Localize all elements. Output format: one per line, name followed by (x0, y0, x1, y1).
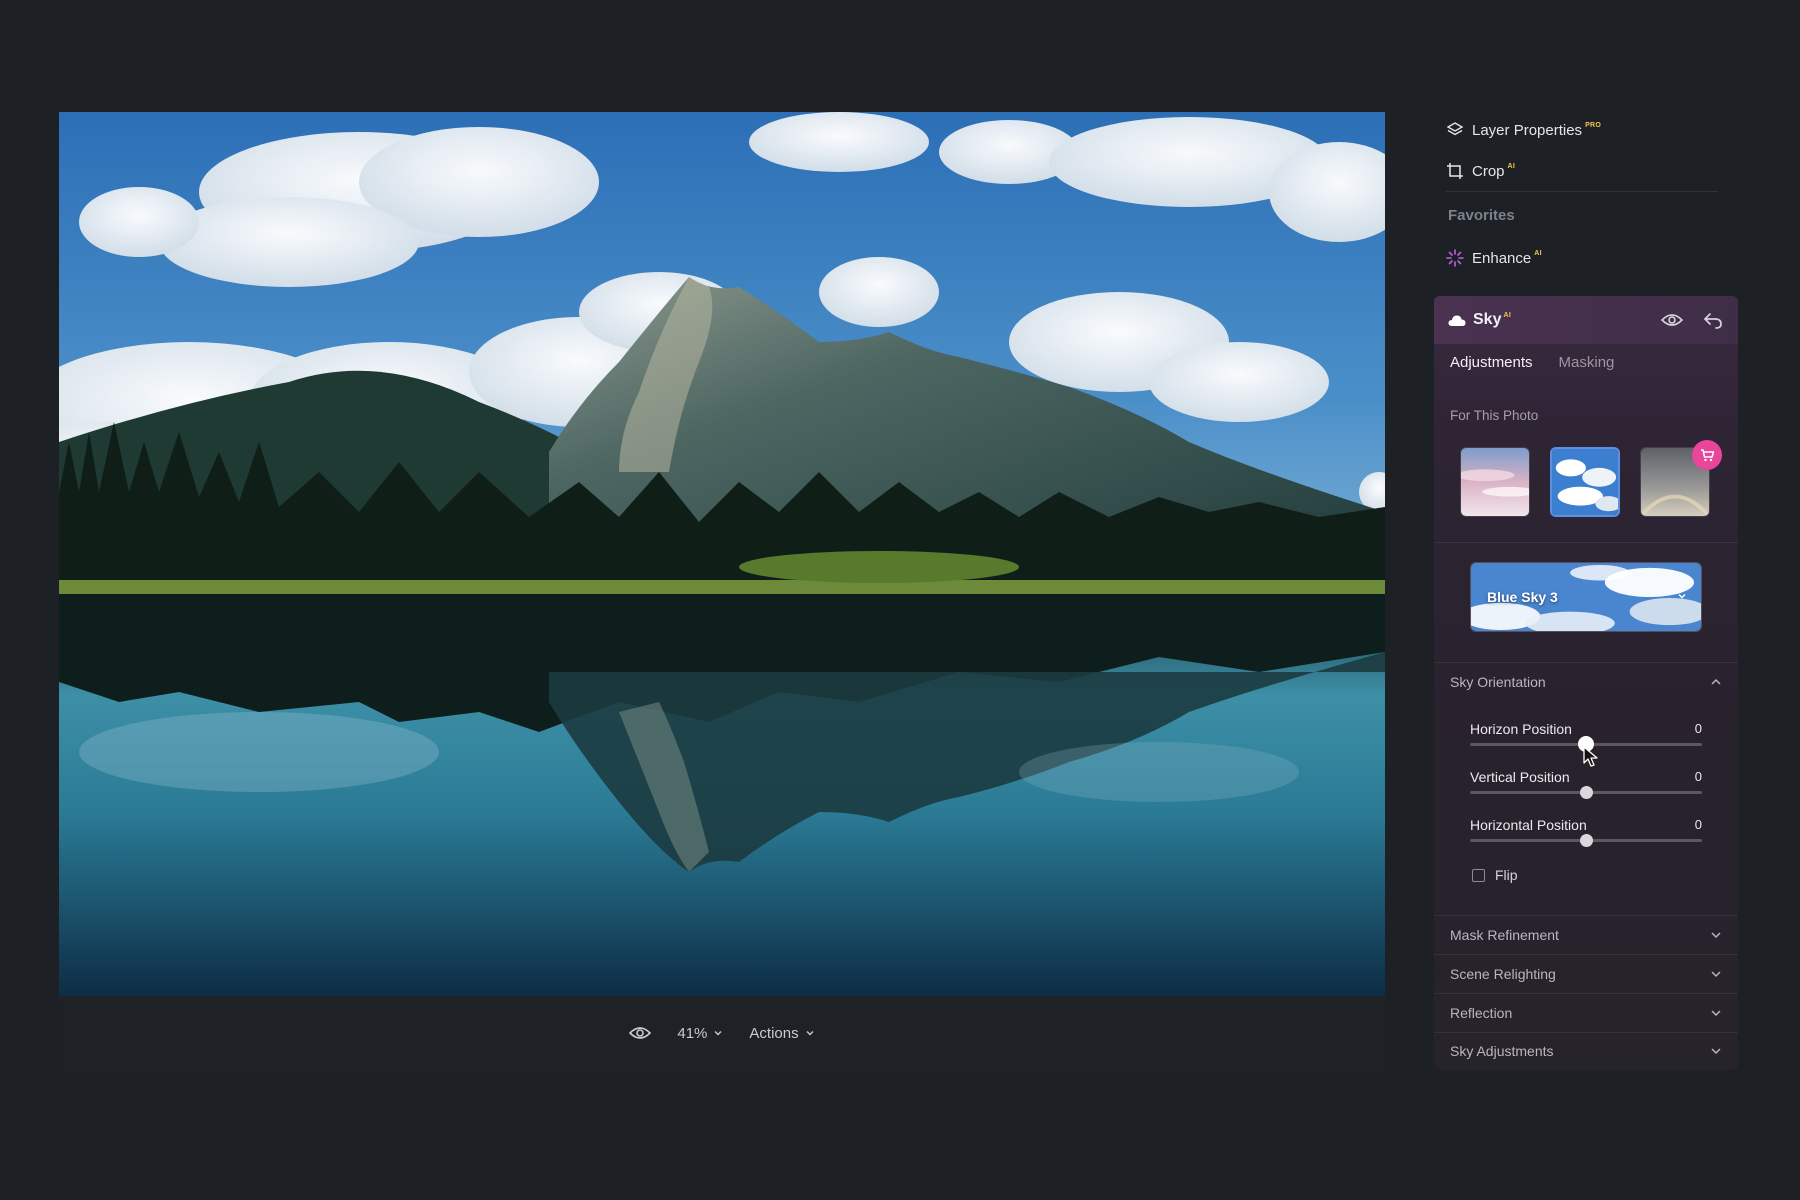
selected-sky-name: Blue Sky 3 (1487, 589, 1558, 605)
slider-thumb[interactable] (1578, 736, 1594, 752)
layer-properties-label: Layer Properties (1472, 121, 1583, 139)
sky-selector[interactable]: Blue Sky 3 (1470, 562, 1702, 632)
scene-relighting-section-header[interactable]: Scene Relighting (1434, 955, 1738, 993)
sky-title: Sky AI (1448, 311, 1511, 329)
chevron-up-icon (1711, 678, 1721, 685)
sky-thumbnail-pastel[interactable] (1460, 447, 1530, 517)
divider (1446, 191, 1718, 192)
sky-thumbnail-blue[interactable] (1550, 447, 1620, 517)
zoom-value: 41% (677, 1024, 708, 1042)
sky-panel-header[interactable]: Sky AI (1434, 296, 1738, 344)
zoom-dropdown[interactable]: 41% (677, 1025, 723, 1042)
sky-orientation-section-header[interactable]: Sky Orientation (1434, 663, 1738, 701)
flip-label: Flip (1495, 867, 1518, 883)
cloud-icon (1448, 315, 1466, 326)
section-label: Scene Relighting (1450, 966, 1556, 982)
enhance-label: Enhance (1472, 249, 1532, 267)
slider-label: Horizontal Position (1470, 817, 1587, 833)
chevron-down-icon (1711, 1048, 1721, 1055)
shop-cart-button[interactable] (1692, 440, 1722, 470)
reflection-section-header[interactable]: Reflection (1434, 994, 1738, 1032)
chevron-down-icon (1711, 932, 1721, 939)
preview-eye-button[interactable] (629, 1025, 652, 1041)
mask-refinement-section-header[interactable]: Mask Refinement (1434, 916, 1738, 954)
vertical-position-slider: Vertical Position 0 (1470, 769, 1702, 813)
slider-value: 0 (1694, 769, 1702, 784)
ai-badge: AI (1503, 312, 1512, 319)
chevron-down-icon (1711, 971, 1721, 978)
pro-badge: PRO (1585, 122, 1602, 129)
chevron-down-icon (714, 1031, 722, 1036)
crop-tool[interactable]: Crop AI (1446, 159, 1515, 183)
sky-panel: Sky AI Adjustments Masking For This Phot… (1434, 296, 1738, 1070)
section-label: Mask Refinement (1450, 927, 1559, 943)
ai-badge: AI (1507, 163, 1516, 170)
layer-properties-tool[interactable]: Layer Properties PRO (1446, 118, 1601, 142)
slider-label: Horizon Position (1470, 721, 1572, 737)
enhance-tool[interactable]: Enhance AI (1446, 246, 1542, 270)
ai-badge: AI (1534, 250, 1542, 257)
actions-label: Actions (749, 1024, 799, 1042)
actions-dropdown[interactable]: Actions (749, 1025, 814, 1042)
crop-label: Crop (1472, 162, 1505, 180)
chevron-down-icon (1678, 594, 1686, 599)
chevron-down-icon (806, 1031, 814, 1036)
section-label: Sky Adjustments (1450, 1043, 1554, 1059)
layers-icon (1446, 122, 1464, 136)
tab-masking[interactable]: Masking (1559, 354, 1615, 377)
cart-icon (1700, 448, 1714, 461)
sky-tabs: Adjustments Masking (1450, 354, 1614, 377)
slider-label: Vertical Position (1470, 769, 1570, 785)
sky-adjustments-section-header[interactable]: Sky Adjustments (1434, 1032, 1738, 1070)
sky-title-label: Sky (1473, 311, 1502, 328)
eye-icon (629, 1027, 652, 1039)
horizontal-position-slider: Horizontal Position 0 (1470, 817, 1702, 861)
flip-checkbox[interactable] (1472, 868, 1485, 882)
favorites-heading: Favorites (1448, 207, 1515, 224)
canvas-toolbar: 41% Actions (59, 996, 1385, 1070)
visibility-eye-icon[interactable] (1661, 310, 1683, 330)
sky-thumbnails (1460, 447, 1710, 517)
divider (1434, 542, 1738, 543)
sky-orientation-label: Sky Orientation (1450, 674, 1546, 690)
photo-canvas[interactable] (59, 112, 1385, 996)
slider-value: 0 (1694, 721, 1702, 736)
slider-thumb[interactable] (1580, 786, 1593, 799)
canvas-area: 41% Actions (59, 112, 1385, 1070)
chevron-down-icon (1711, 1010, 1721, 1017)
section-label: Reflection (1450, 1005, 1513, 1021)
horizon-position-slider: Horizon Position 0 (1470, 721, 1702, 765)
for-this-photo-heading: For This Photo (1450, 408, 1539, 423)
flip-checkbox-row[interactable]: Flip (1472, 867, 1518, 883)
tab-adjustments[interactable]: Adjustments (1450, 354, 1533, 377)
slider-thumb[interactable] (1580, 834, 1593, 847)
sparkle-icon (1446, 249, 1464, 267)
slider-value: 0 (1694, 817, 1702, 832)
crop-icon (1447, 163, 1463, 179)
undo-icon[interactable] (1702, 310, 1724, 330)
